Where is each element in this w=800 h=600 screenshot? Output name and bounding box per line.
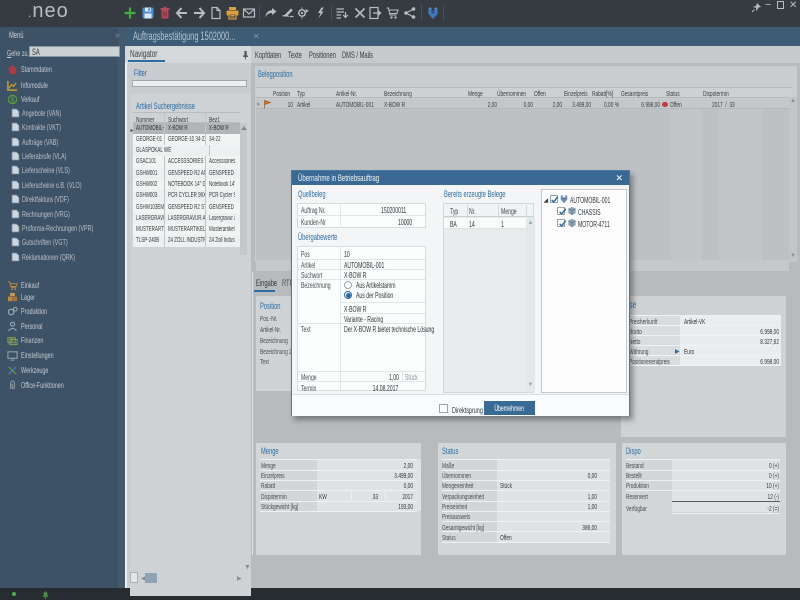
svg-text:$: $ (10, 95, 15, 104)
